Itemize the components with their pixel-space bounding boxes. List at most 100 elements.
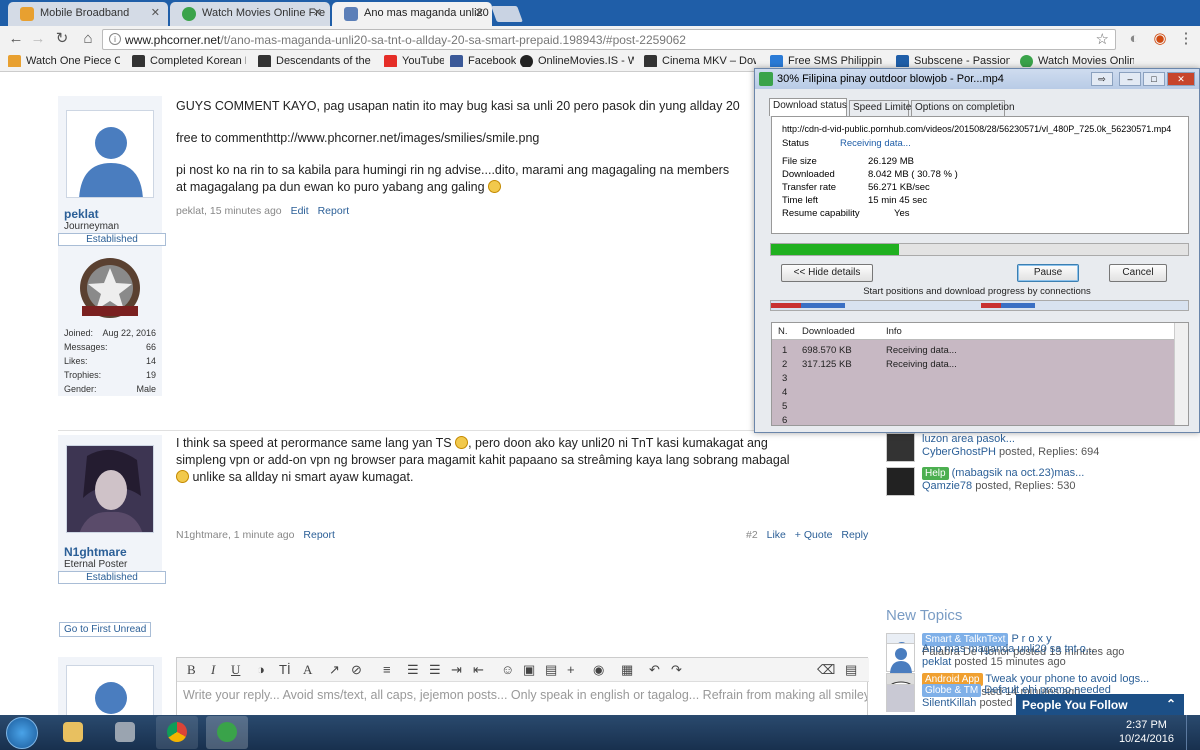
address-bar[interactable]: i www.phcorner.net/t/ano-mas-maganda-unl… [102, 29, 1116, 50]
report-link[interactable]: Report [318, 205, 350, 217]
undo-icon[interactable]: ↶ [649, 662, 660, 678]
tab-download-status[interactable]: Download status [769, 98, 847, 116]
bullet-list-icon[interactable]: ☰ [407, 662, 419, 678]
bookmark-item[interactable]: Watch One Piece Onl [8, 55, 120, 67]
eraser-icon[interactable]: ⌫ [817, 662, 835, 678]
calculator-taskbar-button[interactable] [104, 716, 146, 749]
table-row[interactable]: 1 698.570 KB Receiving data... [772, 344, 1174, 358]
tab-options-on-completion[interactable]: Options on completion [911, 100, 1015, 116]
username[interactable]: N1ghtmare [64, 545, 127, 559]
color-icon[interactable]: ◑ [257, 662, 265, 677]
minimize-button[interactable]: – [1119, 72, 1141, 86]
smilie-icon[interactable]: ☺ [501, 662, 514, 677]
close-button[interactable]: ✕ [1167, 72, 1195, 86]
outdent-icon[interactable]: ⇤ [473, 662, 484, 678]
chevron-up-icon[interactable]: ⌃ [1166, 697, 1176, 711]
download-window-titlebar[interactable]: 30% Filipina pinay outdoor blowjob - Por… [755, 69, 1199, 89]
underline-icon[interactable]: U [231, 662, 240, 678]
new-tab-button[interactable] [491, 6, 523, 22]
bookmark-item[interactable]: Watch Movies Online [1020, 55, 1134, 67]
extension-icon[interactable]: ◐ [1124, 30, 1144, 48]
bookmark-item[interactable]: YouTube [384, 55, 444, 67]
bookmark-item[interactable]: Completed Korean D [132, 55, 246, 67]
forward-arrow-icon[interactable]: → [28, 30, 48, 48]
font-icon[interactable]: A [303, 662, 312, 678]
close-tab-icon[interactable]: ✕ [151, 6, 160, 19]
close-tab-icon[interactable]: ✕ [313, 6, 322, 19]
bookmark-item[interactable]: Descendants of the S [258, 55, 372, 67]
bold-icon[interactable]: B [187, 662, 196, 678]
reply-placeholder[interactable]: Write your reply... Avoid sms/text, all … [183, 688, 867, 702]
edit-link[interactable]: Edit [291, 205, 309, 217]
bookmark-star-icon[interactable]: ☆ [1096, 30, 1109, 48]
info-icon[interactable]: i [109, 33, 121, 45]
chrome-taskbar-button[interactable] [156, 716, 198, 749]
close-tab-icon[interactable]: ✕ [475, 6, 484, 19]
start-button[interactable] [6, 717, 38, 749]
redo-icon[interactable]: ↷ [671, 662, 682, 678]
italic-icon[interactable]: I [211, 662, 215, 678]
avatar[interactable] [66, 445, 154, 533]
bookmark-item[interactable]: Facebook [450, 55, 516, 67]
save-draft-icon[interactable]: ▦ [621, 662, 633, 678]
hide-details-button[interactable]: << Hide details [781, 264, 873, 282]
camera-icon[interactable]: ◉ [593, 662, 604, 678]
table-scrollbar[interactable] [1174, 323, 1188, 425]
go-to-first-unread-button[interactable]: Go to First Unread [59, 622, 152, 637]
system-clock[interactable]: 2:37 PM 10/24/2016 [1119, 718, 1174, 746]
align-icon[interactable]: ≡ [383, 662, 391, 677]
column-header[interactable]: Downloaded [802, 326, 855, 337]
maximize-button[interactable]: □ [1143, 72, 1165, 86]
tab-speed-limiter[interactable]: Speed Limiter [849, 100, 915, 116]
table-row[interactable]: 3 [772, 372, 1174, 386]
table-row[interactable]: 5 [772, 400, 1174, 414]
post-author-time[interactable]: N1ghtmare, 1 minute ago [176, 529, 294, 541]
username[interactable]: peklat [64, 207, 99, 221]
url-text[interactable]: www.phcorner.net/t/ano-mas-maganda-unli2… [125, 33, 686, 47]
post-number[interactable]: #2 [746, 529, 758, 541]
column-header[interactable]: N. [778, 326, 788, 337]
thread-title[interactable]: (mabagsik na oct.23)mas... [952, 467, 1085, 479]
insert-icon[interactable]: + [567, 662, 575, 677]
tab-watch-movies[interactable]: Watch Movies Online Fre ✕ [170, 2, 330, 26]
quote-link[interactable]: + Quote [795, 529, 833, 541]
report-link[interactable]: Report [303, 529, 335, 541]
media-icon[interactable]: ▤ [545, 662, 557, 678]
thread-author[interactable]: Qamzie78 [922, 480, 972, 492]
prefix-badge[interactable]: Help [922, 467, 949, 480]
people-you-follow-bar[interactable]: People You Follow ⌃ [1016, 694, 1184, 716]
show-desktop-button[interactable] [1186, 715, 1200, 750]
bookmark-item[interactable]: Free SMS Philippines [770, 55, 882, 67]
table-row[interactable]: 4 [772, 386, 1174, 400]
bookmark-item[interactable]: Subscene - Passionat [896, 55, 1010, 67]
source-icon[interactable]: ▤ [845, 662, 857, 678]
table-row[interactable]: 6 [772, 414, 1174, 425]
menu-icon[interactable]: ⋮ [1176, 30, 1196, 48]
extension-badge-icon[interactable]: ◉ [1150, 30, 1170, 48]
bookmark-item[interactable]: Cinema MKV – Downl [644, 55, 756, 67]
like-link[interactable]: Like [767, 529, 786, 541]
cancel-button[interactable]: Cancel [1109, 264, 1167, 282]
topic-title[interactable]: Ano mas maganda unli20 sa tnt o... [922, 643, 1187, 656]
indent-icon[interactable]: ⇥ [451, 662, 462, 678]
avatar[interactable] [66, 110, 154, 198]
post-author-time[interactable]: peklat, 15 minutes ago [176, 205, 282, 217]
font-size-icon[interactable]: Tİ [279, 662, 291, 677]
image-icon[interactable]: ▣ [523, 662, 535, 678]
table-row[interactable]: 2 317.125 KB Receiving data... [772, 358, 1174, 372]
download-manager-taskbar-button[interactable] [206, 716, 248, 749]
thread-title[interactable]: luzon area pasok... [922, 433, 1187, 446]
thread-author[interactable]: CyberGhostPH [922, 446, 996, 458]
reply-link[interactable]: Reply [841, 529, 868, 541]
tab-ano-mas-maganda[interactable]: Ano mas maganda unli20 ✕ [332, 2, 492, 26]
numbered-list-icon[interactable]: ☰ [429, 662, 441, 678]
back-arrow-icon[interactable]: ← [6, 30, 26, 48]
pause-button[interactable]: Pause [1017, 264, 1079, 282]
prefix-badge[interactable]: Globe & TM [922, 684, 982, 697]
bookmark-item[interactable]: OnlineMovies.IS - Wa [520, 55, 634, 67]
home-icon[interactable]: ⌂ [78, 30, 98, 48]
explorer-taskbar-button[interactable] [52, 716, 94, 749]
link-icon[interactable]: ↗ [329, 662, 340, 678]
tab-mobile-broadband[interactable]: Mobile Broadband ✕ [8, 2, 168, 26]
reload-icon[interactable]: ↻ [52, 30, 72, 48]
